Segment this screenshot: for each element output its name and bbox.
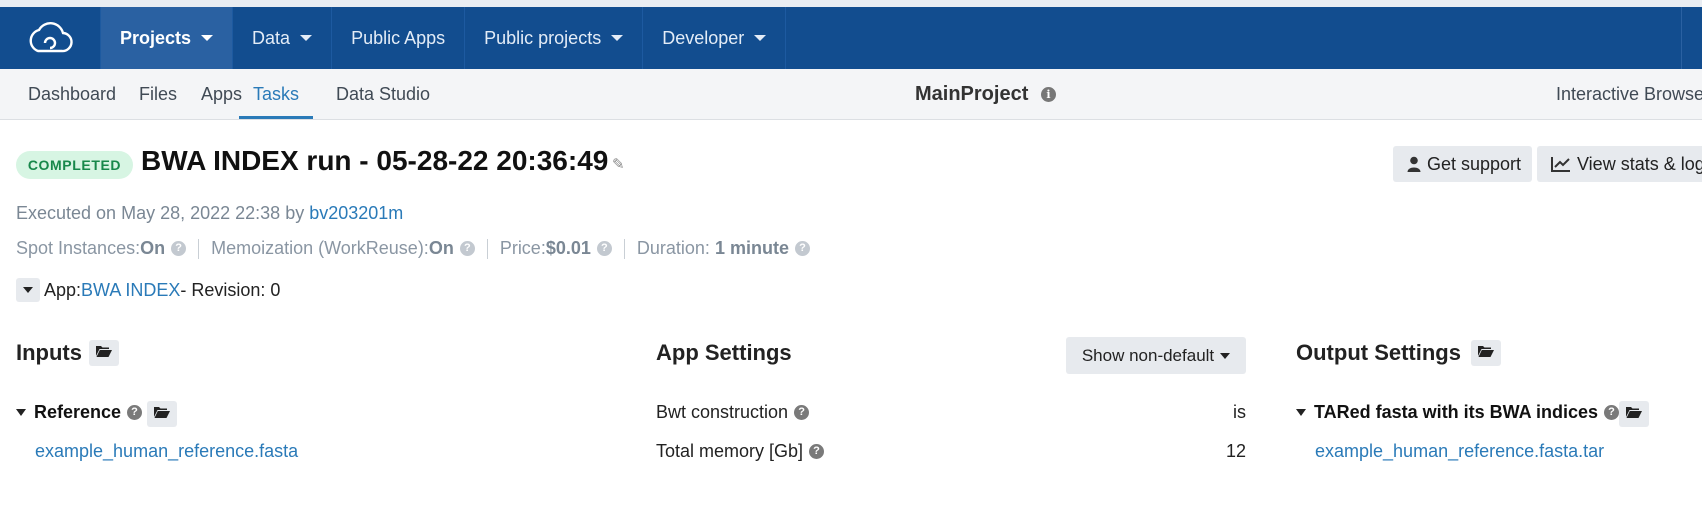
tab-dashboard[interactable]: Dashboard: [28, 69, 116, 119]
tab-data-studio[interactable]: Data Studio: [336, 69, 430, 119]
folder-open-icon: [1626, 405, 1642, 423]
help-icon[interactable]: ?: [596, 241, 612, 256]
nav-public-apps-label: Public Apps: [351, 27, 446, 48]
reference-folder-button[interactable]: [147, 401, 177, 427]
nav-developer-label: Developer: [662, 27, 745, 48]
help-icon[interactable]: ?: [794, 405, 810, 420]
setting-value: 12: [1225, 441, 1246, 461]
top-strip: [0, 0, 1702, 7]
folder-open-icon: [96, 344, 112, 362]
duration-value: 1 minute: [714, 238, 789, 258]
help-icon[interactable]: ?: [794, 241, 810, 256]
view-stats-logs-button[interactable]: View stats & logs: [1537, 146, 1702, 182]
page-title: BWA INDEX run - 05-28-22 20:36:49: [141, 145, 609, 176]
nav-user-menu[interactable]: [1681, 7, 1702, 69]
user-icon: [1407, 156, 1421, 172]
inputs-heading: Inputs: [16, 340, 82, 365]
reference-row[interactable]: Reference ?: [16, 402, 143, 423]
nav-public-projects[interactable]: Public projects: [464, 7, 642, 69]
app-settings-heading: App Settings: [656, 340, 792, 365]
output-row[interactable]: TARed fasta with its BWA indices ?: [1296, 402, 1620, 423]
folder-open-icon: [1478, 344, 1494, 362]
help-icon[interactable]: ?: [459, 241, 475, 256]
output-file-link[interactable]: example_human_reference.fasta.tar: [1315, 441, 1604, 462]
inputs-folder-button[interactable]: [89, 340, 119, 366]
chevron-down-icon: [201, 35, 214, 41]
nav-public-apps[interactable]: Public Apps: [331, 7, 464, 69]
info-icon[interactable]: i: [1041, 87, 1056, 102]
nav-projects[interactable]: Projects: [100, 7, 233, 69]
price-label: Price:: [499, 238, 546, 258]
divider: [486, 238, 488, 259]
memoization-label: Memoization (WorkReuse):: [211, 238, 429, 258]
output-settings-heading: Output Settings: [1296, 340, 1461, 365]
folder-open-icon: [154, 405, 170, 423]
output-folder-button[interactable]: [1471, 340, 1501, 366]
setting-label: Total memory [Gb]: [656, 441, 804, 461]
get-support-button[interactable]: Get support: [1393, 146, 1532, 182]
chevron-down-icon: [1220, 352, 1231, 359]
top-navbar: Projects Data Public Apps Public project…: [0, 7, 1702, 69]
project-title: MainProject: [915, 83, 1029, 105]
tab-tasks[interactable]: Tasks: [239, 69, 314, 119]
setting-label: Bwt construction: [656, 402, 789, 422]
nav-divider: [785, 7, 787, 69]
app-label: App:: [44, 279, 82, 300]
setting-row: Total memory [Gb] ?: [656, 441, 825, 462]
chevron-down-icon: [611, 35, 624, 41]
help-icon[interactable]: ?: [1604, 405, 1620, 420]
nav-data-label: Data: [252, 27, 291, 48]
collapse-caret-icon: [1296, 409, 1306, 416]
reference-label: Reference: [34, 402, 122, 422]
app-revision: - Revision: 0: [180, 279, 281, 300]
executed-text: Executed on May 28, 2022 22:38 by: [16, 203, 310, 223]
nav-public-projects-label: Public projects: [484, 27, 602, 48]
app-collapse-toggle[interactable]: [16, 278, 40, 302]
show-non-default-label: Show non-default: [1081, 345, 1215, 365]
get-support-label: Get support: [1427, 153, 1522, 174]
nav-developer[interactable]: Developer: [642, 7, 785, 69]
output-item-folder-button[interactable]: [1619, 401, 1649, 427]
setting-value: is: [1233, 402, 1246, 422]
memoization-value: On: [428, 238, 454, 258]
cloud-logo-icon[interactable]: [0, 7, 100, 69]
edit-pencil-icon[interactable]: ✎: [612, 155, 625, 173]
divider: [198, 238, 200, 259]
duration-label: Duration:: [636, 238, 710, 258]
spot-instances-value: On: [140, 238, 166, 258]
nav-data[interactable]: Data: [232, 7, 331, 69]
status-badge: COMPLETED: [16, 151, 133, 179]
tab-files[interactable]: Files: [139, 69, 177, 119]
spot-instances-label: Spot Instances:: [16, 238, 141, 258]
collapse-caret-icon: [16, 409, 26, 416]
app-name-link[interactable]: BWA INDEX: [81, 280, 180, 301]
show-non-default-dropdown[interactable]: Show non-default: [1066, 337, 1246, 374]
chevron-down-icon: [23, 287, 33, 293]
project-subnav: Dashboard Files Apps Tasks Data Studio M…: [0, 69, 1702, 120]
reference-file-link[interactable]: example_human_reference.fasta: [35, 441, 298, 462]
chevron-down-icon: [300, 35, 313, 41]
nav-projects-label: Projects: [120, 27, 192, 48]
interactive-browser-link[interactable]: Interactive Browser: [1556, 69, 1702, 119]
tab-apps[interactable]: Apps: [201, 69, 242, 119]
help-icon[interactable]: ?: [127, 405, 143, 420]
output-label: TARed fasta with its BWA indices: [1314, 402, 1599, 422]
executed-info: Executed on May 28, 2022 22:38 by bv2032…: [16, 203, 403, 224]
task-meta-row: Spot Instances: On ? Memoization (WorkRe…: [16, 238, 810, 259]
setting-row: Bwt construction ?: [656, 402, 810, 423]
divider: [623, 238, 625, 259]
view-stats-logs-label: View stats & logs: [1577, 153, 1702, 174]
help-icon[interactable]: ?: [809, 444, 825, 459]
price-value: $0.01: [545, 238, 591, 258]
executed-user-link[interactable]: bv203201m: [309, 203, 403, 223]
line-chart-icon: [1551, 156, 1571, 172]
help-icon[interactable]: ?: [171, 241, 187, 256]
chevron-down-icon: [754, 35, 767, 41]
app-info-row: App: BWA INDEX - Revision: 0: [16, 278, 280, 302]
